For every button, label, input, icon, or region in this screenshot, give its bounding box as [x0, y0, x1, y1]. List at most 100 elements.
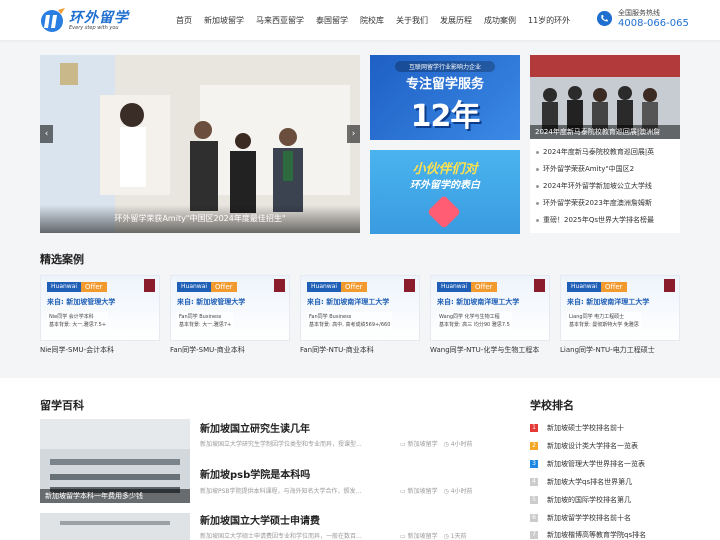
nav-about[interactable]: 关于我们 — [396, 15, 428, 26]
ranking-item[interactable]: 2 新加坡设计类大学排名一览表 — [530, 441, 638, 451]
nav-cases[interactable]: 成功案例 — [484, 15, 516, 26]
promo-testimonials[interactable]: 小伙伴们对 环外留学的表白 — [370, 150, 520, 234]
case-detail: Nie同学 会计学本科 基本背景: 大一,雅思7.5+ — [47, 312, 109, 330]
news-item-label: 2024年度新马泰院校教育巡回展|英 — [543, 148, 655, 156]
promo1-subtitle: 互联网留学行业影响力企业 — [395, 61, 495, 72]
hotline-number[interactable]: 4008-066-065 — [618, 18, 689, 29]
case-detail-line: Fan同学 Business — [309, 314, 352, 320]
wiki-article-time: 1天前 — [450, 533, 467, 540]
nav-thailand[interactable]: 泰国留学 — [316, 15, 348, 26]
office-photo — [40, 513, 190, 540]
news-item[interactable]: 2024年环外留学新加坡公立大学线 — [536, 178, 676, 195]
banner-prev-button[interactable]: ‹ — [40, 125, 53, 143]
case-card[interactable]: Huanwai Offer 来自: 新加坡南洋理工大学 Liang同学 电力工程… — [560, 275, 680, 355]
case-offer-tag: Offer — [341, 282, 367, 292]
news-list: 2024年度新马泰院校教育巡回展|英 环外留学荣获Amity"中国区2 2024… — [536, 144, 676, 229]
news-item[interactable]: 重磅！2025年Qs世界大学排名榜最 — [536, 212, 676, 229]
promo1-title: 专注留学服务 — [405, 77, 484, 92]
case-label: Wang同学-NTU-化学与生物工程本 — [430, 346, 540, 354]
folder-icon: ▭ — [400, 488, 406, 495]
ranking-item-label: 新加坡大学qs排名世界第几 — [547, 478, 633, 486]
wiki-article-title[interactable]: 新加坡国立大学硕士申请费 — [200, 512, 320, 527]
wiki-thumbnail[interactable] — [40, 513, 190, 540]
case-detail-line: 基本背景: 曼彻斯特大学 免雅思 — [569, 322, 639, 328]
logo-slogan: Every step with you — [69, 25, 119, 31]
banner-next-button[interactable]: › — [347, 125, 360, 143]
ranking-item-label: 新加坡楷博高等教育学院qs排名 — [547, 531, 647, 539]
wiki-article-title[interactable]: 新加坡国立研究生读几年 — [200, 420, 310, 435]
case-school: 来自: 新加坡南洋理工大学 — [307, 298, 390, 306]
clock-icon: ◷ — [443, 441, 449, 448]
case-brand: Huanwai — [177, 282, 212, 292]
logo-text: 环外留学 — [69, 10, 129, 26]
case-detail-line: Fan同学 Business — [179, 314, 222, 320]
case-offer-image: Huanwai Offer 来自: 新加坡管理大学 Nie同学 会计学本科 基本背… — [40, 275, 160, 341]
ranking-item[interactable]: 5 新加坡的国际学校排名第几 — [530, 495, 631, 505]
news-photo[interactable]: 2024年度新马泰院校教育巡回展|澳洲詹 — [530, 55, 680, 139]
case-detail: Fan同学 Business 基本背景: 高中, 高考成绩569+/660 — [307, 312, 393, 330]
promo2-line1: 小伙伴们对 — [412, 162, 478, 177]
school-crest-icon — [404, 279, 415, 292]
wiki-article-category[interactable]: 新加坡留学 — [408, 441, 438, 448]
news-item-label: 2024年环外留学新加坡公立大学线 — [543, 182, 652, 190]
nav-singapore[interactable]: 新加坡留学 — [204, 15, 244, 26]
rank-badge: 2 — [530, 442, 538, 450]
bullet-icon — [536, 167, 539, 171]
main-banner[interactable]: 环外留学荣获Amity"中国区2024年度最佳招生" ‹ › — [40, 55, 360, 233]
bullet-icon — [536, 184, 539, 188]
ranking-item[interactable]: 6 新加坡留学学校排名前十名 — [530, 513, 631, 523]
nav-anniversary[interactable]: 11岁的环外 — [528, 15, 570, 26]
wiki-article-category[interactable]: 新加坡留学 — [408, 488, 438, 495]
case-detail-line: 基本背景: 高中, 高考成绩569+/660 — [309, 322, 391, 328]
news-item[interactable]: 2024年度新马泰院校教育巡回展|英 — [536, 144, 676, 161]
clock-icon: ◷ — [443, 488, 449, 495]
case-card[interactable]: Huanwai Offer 来自: 新加坡南洋理工大学 Fan同学 Busine… — [300, 275, 420, 355]
ranking-item[interactable]: 1 新加坡硕士学校排名前十 — [530, 423, 624, 433]
case-offer-image: Huanwai Offer 来自: 新加坡南洋理工大学 Wang同学 化学与生物… — [430, 275, 550, 341]
wiki-article-time: 4小时前 — [450, 488, 473, 495]
nav-malaysia[interactable]: 马来西亚留学 — [256, 15, 304, 26]
ranking-item-label: 新加坡管理大学世界排名一览表 — [547, 460, 645, 468]
case-detail: Fan同学 Business 基本背景: 大一,雅思7+ — [177, 312, 234, 330]
case-card[interactable]: Huanwai Offer 来自: 新加坡管理大学 Nie同学 会计学本科 基本背… — [40, 275, 160, 355]
wiki-thumbnail[interactable]: 新加坡留学本科一年费用多少钱 — [40, 419, 190, 503]
ranking-item[interactable]: 3 新加坡管理大学世界排名一览表 — [530, 459, 645, 469]
case-offer-tag: Offer — [601, 282, 627, 292]
wiki-article-summary: 新加坡国立大学硕士申请费因专业和学位而异，一般在数百... — [200, 533, 362, 540]
wiki-article-meta: ▭ 新加坡留学 ◷ 4小时前 — [400, 439, 473, 448]
wiki-article-title[interactable]: 新加坡psb学院是本科吗 — [200, 466, 310, 481]
site-logo[interactable]: 环外留学 Every step with you — [40, 6, 128, 34]
case-brand: Huanwai — [307, 282, 342, 292]
news-item[interactable]: 环外留学荣获Amity"中国区2 — [536, 161, 676, 178]
case-offer-tag: Offer — [81, 282, 107, 292]
ranking-section-title: 学校排名 — [530, 399, 574, 412]
nav-history[interactable]: 发展历程 — [440, 15, 472, 26]
clock-icon: ◷ — [443, 533, 449, 540]
ranking-item[interactable]: 4 新加坡大学qs排名世界第几 — [530, 477, 632, 487]
promo2-line2: 环外留学的表白 — [410, 180, 480, 191]
wiki-thumbnail-caption: 新加坡留学本科一年费用多少钱 — [40, 489, 190, 503]
wiki-article-category[interactable]: 新加坡留学 — [408, 533, 438, 540]
case-school: 来自: 新加坡南洋理工大学 — [437, 298, 520, 306]
ranking-item[interactable]: 7 新加坡楷博高等教育学院qs排名 — [530, 530, 646, 540]
case-offer-tag: Offer — [211, 282, 237, 292]
case-brand: Huanwai — [437, 282, 472, 292]
case-card[interactable]: Huanwai Offer 来自: 新加坡管理大学 Fan同学 Business… — [170, 275, 290, 355]
case-school: 来自: 新加坡管理大学 — [177, 298, 246, 306]
case-detail: Wang同学 化学与生物工程 基本背景: 高三 均分90 雅思7.5 — [437, 312, 512, 330]
news-item[interactable]: 环外留学荣获2023年度澳洲詹姆斯 — [536, 195, 676, 212]
promo-12-years[interactable]: 互联网留学行业影响力企业 专注留学服务 12年 — [370, 55, 520, 140]
ranking-item-label: 新加坡的国际学校排名第几 — [547, 496, 631, 504]
ranking-item-label: 新加坡设计类大学排名一览表 — [547, 442, 638, 450]
wiki-article-summary: 新加坡PSB学院提供本科课程，与海外知名大学合作，颁发... — [200, 488, 362, 495]
case-label: Nie同学-SMU-会计本科 — [40, 346, 115, 354]
news-item-label: 重磅！2025年Qs世界大学排名榜最 — [543, 216, 654, 224]
nav-home[interactable]: 首页 — [176, 15, 192, 26]
nav-school-db[interactable]: 院校库 — [360, 15, 384, 26]
case-card[interactable]: Huanwai Offer 来自: 新加坡南洋理工大学 Wang同学 化学与生物… — [430, 275, 550, 355]
case-detail-line: Nie同学 会计学本科 — [49, 314, 94, 320]
school-crest-icon — [664, 279, 675, 292]
case-school: 来自: 新加坡南洋理工大学 — [567, 298, 650, 306]
case-detail-line: 基本背景: 大一,雅思7+ — [179, 322, 232, 328]
case-detail: Liang同学 电力工程硕士 基本背景: 曼彻斯特大学 免雅思 — [567, 312, 641, 330]
